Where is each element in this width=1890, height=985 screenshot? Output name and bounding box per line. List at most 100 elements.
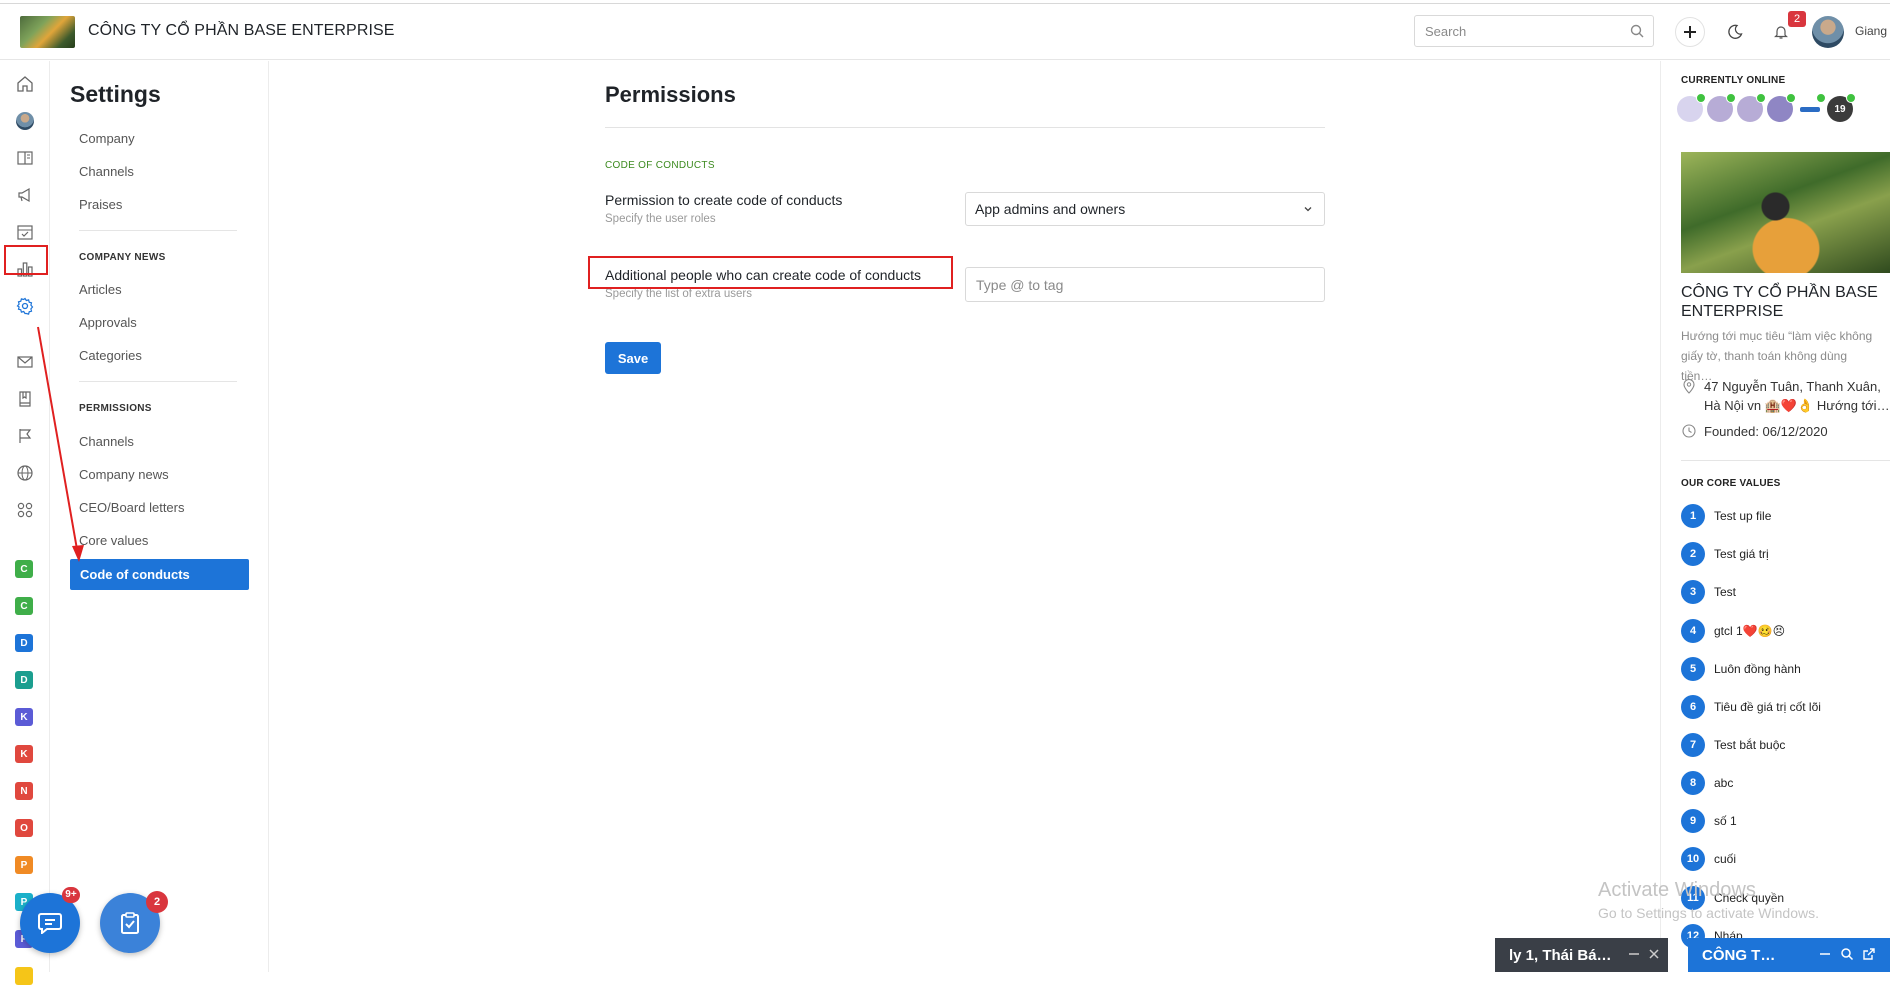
core-value-text: Test up file <box>1714 509 1772 523</box>
online-user-avatar[interactable] <box>1767 93 1796 122</box>
apps-icon[interactable] <box>15 500 35 520</box>
search-icon[interactable] <box>1840 947 1854 961</box>
core-value-text: gtcl 1❤️🥴😣 <box>1714 624 1786 638</box>
nav-channels[interactable]: Channels <box>79 164 134 179</box>
rail-group-p[interactable]: P <box>15 856 33 874</box>
rail-group-k[interactable]: K <box>15 745 33 763</box>
rail-group-more[interactable] <box>15 967 33 985</box>
label-highlight-box <box>588 256 953 289</box>
newsfeed-icon[interactable] <box>15 148 35 168</box>
core-value-number: 6 <box>1681 695 1705 719</box>
announcement-icon[interactable] <box>15 185 35 205</box>
nav-company[interactable]: Company <box>79 131 135 146</box>
core-value-item[interactable]: 1 Test up file <box>1681 504 1771 528</box>
minimize-icon[interactable] <box>1818 947 1832 961</box>
panel-divider <box>1681 460 1890 461</box>
company-cover-image <box>1681 152 1890 273</box>
currently-online-label: CURRENTLY ONLINE <box>1681 75 1786 86</box>
core-value-item[interactable]: 2 Test giá trị <box>1681 542 1769 566</box>
external-link-icon[interactable] <box>1862 947 1876 961</box>
dark-mode-button[interactable] <box>1720 17 1750 47</box>
core-value-item[interactable]: 8 abc <box>1681 771 1733 795</box>
bell-icon <box>1774 26 1788 39</box>
chat-tab-1[interactable]: ly 1, Thái Bá… <box>1495 938 1668 972</box>
core-value-item[interactable]: 9 số 1 <box>1681 809 1737 833</box>
online-status-dot <box>1696 93 1706 103</box>
calendar-check-icon[interactable] <box>15 222 35 242</box>
core-values-label: OUR CORE VALUES <box>1681 478 1781 489</box>
clock-icon <box>1682 424 1696 438</box>
additional-people-hint: Specify the list of extra users <box>605 288 753 300</box>
chevron-down-icon <box>1304 207 1312 212</box>
rail-group-d[interactable]: D <box>15 634 33 652</box>
nav-perm-ceo-letters[interactable]: CEO/Board letters <box>79 500 185 515</box>
online-user-avatar[interactable] <box>1797 93 1826 122</box>
plus-icon <box>1684 26 1696 38</box>
mail-icon[interactable] <box>15 352 35 372</box>
home-icon[interactable] <box>15 74 35 94</box>
username[interactable]: Giang <box>1855 24 1887 38</box>
annotation-arrow <box>37 326 84 562</box>
search-box[interactable] <box>1414 15 1654 47</box>
flag-icon[interactable] <box>15 426 35 446</box>
online-user-avatar[interactable] <box>1707 93 1736 122</box>
rail-group-c[interactable]: C <box>15 597 33 615</box>
rail-group-n[interactable]: N <box>15 782 33 800</box>
clipboard-check-icon <box>121 912 139 934</box>
company-founded: Founded: 06/12/2020 <box>1681 422 1890 441</box>
tag-users-input[interactable] <box>965 267 1325 302</box>
company-address: 47 Nguyễn Tuân, Thanh Xuân, Hà Nội vn 🏨❤… <box>1681 377 1890 415</box>
nav-divider <box>79 230 237 231</box>
core-value-item[interactable]: 3 Test <box>1681 580 1736 604</box>
minimize-icon[interactable] <box>1627 947 1641 961</box>
nav-perm-core-values[interactable]: Core values <box>79 533 148 548</box>
activate-windows-subtitle: Go to Settings to activate Windows. <box>1598 905 1819 921</box>
add-button[interactable] <box>1675 17 1705 47</box>
profile-avatar[interactable] <box>15 111 35 131</box>
settings-highlight-box <box>4 245 48 275</box>
core-value-text: Luôn đồng hành <box>1714 662 1801 676</box>
chat-tab-2-title: CÔNG T… <box>1702 947 1776 964</box>
search-input[interactable] <box>1425 24 1625 39</box>
core-value-text: Test giá trị <box>1714 547 1769 561</box>
rail-group-d[interactable]: D <box>15 671 33 689</box>
core-value-number: 1 <box>1681 504 1705 528</box>
online-user-avatar[interactable] <box>1737 93 1766 122</box>
core-value-item[interactable]: 10 cuối <box>1681 847 1736 871</box>
core-value-item[interactable]: 4 gtcl 1❤️🥴😣 <box>1681 619 1785 643</box>
core-value-item[interactable]: 6 Tiêu đề giá trị cốt lõi <box>1681 695 1821 719</box>
rail-group-o[interactable]: O <box>15 819 33 837</box>
nav-categories[interactable]: Categories <box>79 348 142 363</box>
core-value-item[interactable]: 7 Test bắt buộc <box>1681 733 1785 757</box>
online-more-count[interactable]: 19 <box>1827 93 1856 122</box>
online-user-avatar[interactable] <box>1677 93 1706 122</box>
online-status-dot <box>1726 93 1736 103</box>
company-logo[interactable] <box>20 16 75 48</box>
globe-icon[interactable] <box>15 463 35 483</box>
nav-perm-channels[interactable]: Channels <box>79 434 134 449</box>
book-icon[interactable] <box>15 389 35 409</box>
user-avatar[interactable] <box>1812 16 1844 48</box>
activate-windows-title: Activate Windows <box>1598 879 1756 901</box>
nav-code-of-conducts[interactable]: Code of conducts <box>70 559 249 590</box>
search-icon[interactable] <box>1629 23 1645 39</box>
nav-approvals[interactable]: Approvals <box>79 315 137 330</box>
rail-group-k[interactable]: K <box>15 708 33 726</box>
rail-group-c[interactable]: C <box>15 560 33 578</box>
section-company-news: COMPANY NEWS <box>79 252 166 263</box>
nav-perm-company-news[interactable]: Company news <box>79 467 169 482</box>
nav-praises[interactable]: Praises <box>79 197 122 212</box>
top-border <box>0 0 1890 4</box>
core-value-item[interactable]: 5 Luôn đồng hành <box>1681 657 1801 681</box>
online-status-dot <box>1816 93 1826 103</box>
close-icon[interactable] <box>1647 947 1661 961</box>
chat-tab-2[interactable]: CÔNG T… <box>1688 938 1890 972</box>
nav-articles[interactable]: Articles <box>79 282 122 297</box>
top-header: CÔNG TY CỔ PHẦN BASE ENTERPRISE 2 Giang <box>0 5 1890 60</box>
role-select[interactable]: App admins and owners <box>965 192 1325 226</box>
settings-icon[interactable] <box>15 296 35 316</box>
online-count-text: 19 <box>1834 103 1846 115</box>
save-button[interactable]: Save <box>605 342 661 374</box>
company-name[interactable]: CÔNG TY CỔ PHẦN BASE ENTERPRISE <box>88 22 395 40</box>
title-divider <box>605 127 1325 128</box>
